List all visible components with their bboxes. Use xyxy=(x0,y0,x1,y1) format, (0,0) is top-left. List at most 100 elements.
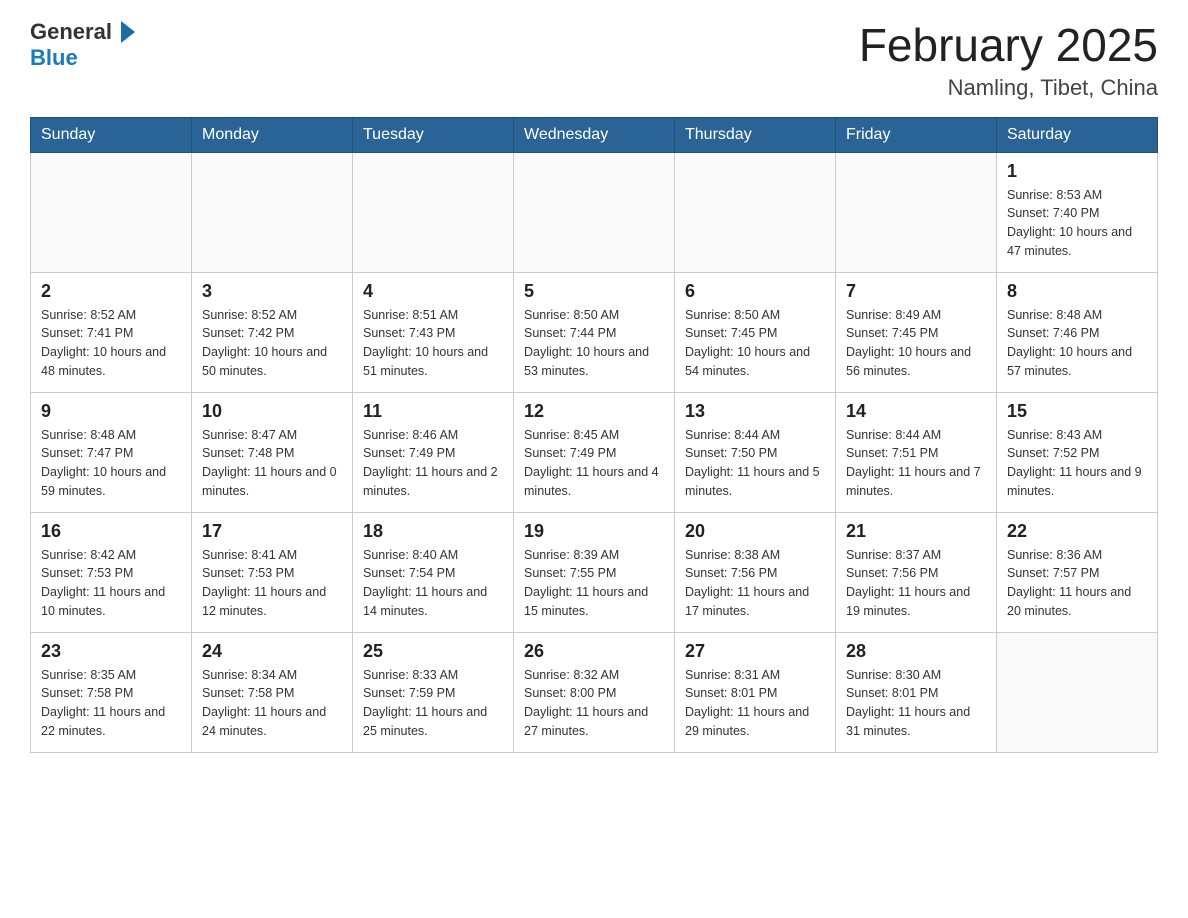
day-info: Sunrise: 8:46 AMSunset: 7:49 PMDaylight:… xyxy=(363,426,503,501)
day-info: Sunrise: 8:44 AMSunset: 7:51 PMDaylight:… xyxy=(846,426,986,501)
table-row: 18 Sunrise: 8:40 AMSunset: 7:54 PMDayligh… xyxy=(353,512,514,632)
table-row: 22 Sunrise: 8:36 AMSunset: 7:57 PMDayligh… xyxy=(997,512,1158,632)
day-number: 2 xyxy=(41,281,181,302)
day-info: Sunrise: 8:40 AMSunset: 7:54 PMDaylight:… xyxy=(363,546,503,621)
table-row xyxy=(836,152,997,272)
table-row xyxy=(31,152,192,272)
day-number: 10 xyxy=(202,401,342,422)
day-info: Sunrise: 8:42 AMSunset: 7:53 PMDaylight:… xyxy=(41,546,181,621)
table-row: 17 Sunrise: 8:41 AMSunset: 7:53 PMDayligh… xyxy=(192,512,353,632)
table-row: 28Sunrise: 8:30 AMSunset: 8:01 PMDayligh… xyxy=(836,632,997,752)
table-row: 6 Sunrise: 8:50 AMSunset: 7:45 PMDaylight… xyxy=(675,272,836,392)
logo-arrow-icon xyxy=(121,21,135,43)
table-row xyxy=(353,152,514,272)
day-info: Sunrise: 8:31 AMSunset: 8:01 PMDaylight:… xyxy=(685,666,825,741)
day-info: Sunrise: 8:30 AMSunset: 8:01 PMDaylight:… xyxy=(846,666,986,741)
table-row: 21 Sunrise: 8:37 AMSunset: 7:56 PMDayligh… xyxy=(836,512,997,632)
day-number: 22 xyxy=(1007,521,1147,542)
day-number: 16 xyxy=(41,521,181,542)
table-row: 7Sunrise: 8:49 AMSunset: 7:45 PMDaylight… xyxy=(836,272,997,392)
logo-text-blue: Blue xyxy=(30,46,135,70)
day-info: Sunrise: 8:34 AMSunset: 7:58 PMDaylight:… xyxy=(202,666,342,741)
table-row: 14 Sunrise: 8:44 AMSunset: 7:51 PMDayligh… xyxy=(836,392,997,512)
col-thursday: Thursday xyxy=(675,117,836,152)
day-number: 27 xyxy=(685,641,825,662)
table-row: 26Sunrise: 8:32 AMSunset: 8:00 PMDayligh… xyxy=(514,632,675,752)
col-tuesday: Tuesday xyxy=(353,117,514,152)
day-number: 12 xyxy=(524,401,664,422)
table-row: 9 Sunrise: 8:48 AMSunset: 7:47 PMDaylight… xyxy=(31,392,192,512)
table-row: 25 Sunrise: 8:33 AMSunset: 7:59 PMDayligh… xyxy=(353,632,514,752)
day-info: Sunrise: 8:32 AMSunset: 8:00 PMDaylight:… xyxy=(524,666,664,741)
table-row xyxy=(514,152,675,272)
table-row: 10 Sunrise: 8:47 AMSunset: 7:48 PMDayligh… xyxy=(192,392,353,512)
day-number: 15 xyxy=(1007,401,1147,422)
table-row: 15 Sunrise: 8:43 AMSunset: 7:52 PMDayligh… xyxy=(997,392,1158,512)
day-number: 24 xyxy=(202,641,342,662)
day-info: Sunrise: 8:52 AMSunset: 7:41 PMDaylight:… xyxy=(41,306,181,381)
day-number: 1 xyxy=(1007,161,1147,182)
day-number: 25 xyxy=(363,641,503,662)
day-info: Sunrise: 8:41 AMSunset: 7:53 PMDaylight:… xyxy=(202,546,342,621)
day-info: Sunrise: 8:47 AMSunset: 7:48 PMDaylight:… xyxy=(202,426,342,501)
table-row: 1 Sunrise: 8:53 AMSunset: 7:40 PMDaylight… xyxy=(997,152,1158,272)
day-number: 20 xyxy=(685,521,825,542)
day-info: Sunrise: 8:39 AMSunset: 7:55 PMDaylight:… xyxy=(524,546,664,621)
day-info: Sunrise: 8:50 AMSunset: 7:45 PMDaylight:… xyxy=(685,306,825,381)
day-info: Sunrise: 8:38 AMSunset: 7:56 PMDaylight:… xyxy=(685,546,825,621)
calendar-week-row: 1 Sunrise: 8:53 AMSunset: 7:40 PMDaylight… xyxy=(31,152,1158,272)
day-number: 18 xyxy=(363,521,503,542)
calendar-week-row: 23 Sunrise: 8:35 AMSunset: 7:58 PMDayligh… xyxy=(31,632,1158,752)
day-info: Sunrise: 8:43 AMSunset: 7:52 PMDaylight:… xyxy=(1007,426,1147,501)
day-number: 8 xyxy=(1007,281,1147,302)
page-header: General Blue February 2025 Namling, Tibe… xyxy=(30,20,1158,101)
table-row: 27 Sunrise: 8:31 AMSunset: 8:01 PMDayligh… xyxy=(675,632,836,752)
day-info: Sunrise: 8:37 AMSunset: 7:56 PMDaylight:… xyxy=(846,546,986,621)
day-number: 7 xyxy=(846,281,986,302)
day-number: 6 xyxy=(685,281,825,302)
calendar-table: Sunday Monday Tuesday Wednesday Thursday… xyxy=(30,117,1158,753)
day-number: 11 xyxy=(363,401,503,422)
day-number: 14 xyxy=(846,401,986,422)
calendar-subtitle: Namling, Tibet, China xyxy=(859,75,1158,101)
day-info: Sunrise: 8:52 AMSunset: 7:42 PMDaylight:… xyxy=(202,306,342,381)
table-row xyxy=(192,152,353,272)
day-number: 9 xyxy=(41,401,181,422)
calendar-title: February 2025 xyxy=(859,20,1158,71)
col-monday: Monday xyxy=(192,117,353,152)
table-row: 20 Sunrise: 8:38 AMSunset: 7:56 PMDayligh… xyxy=(675,512,836,632)
table-row xyxy=(675,152,836,272)
day-info: Sunrise: 8:44 AMSunset: 7:50 PMDaylight:… xyxy=(685,426,825,501)
day-info: Sunrise: 8:35 AMSunset: 7:58 PMDaylight:… xyxy=(41,666,181,741)
table-row: 13Sunrise: 8:44 AMSunset: 7:50 PMDayligh… xyxy=(675,392,836,512)
col-sunday: Sunday xyxy=(31,117,192,152)
table-row xyxy=(997,632,1158,752)
col-saturday: Saturday xyxy=(997,117,1158,152)
day-info: Sunrise: 8:53 AMSunset: 7:40 PMDaylight:… xyxy=(1007,186,1147,261)
table-row: 23 Sunrise: 8:35 AMSunset: 7:58 PMDayligh… xyxy=(31,632,192,752)
day-info: Sunrise: 8:33 AMSunset: 7:59 PMDaylight:… xyxy=(363,666,503,741)
col-friday: Friday xyxy=(836,117,997,152)
title-block: February 2025 Namling, Tibet, China xyxy=(859,20,1158,101)
day-info: Sunrise: 8:51 AMSunset: 7:43 PMDaylight:… xyxy=(363,306,503,381)
day-number: 17 xyxy=(202,521,342,542)
table-row: 11 Sunrise: 8:46 AMSunset: 7:49 PMDayligh… xyxy=(353,392,514,512)
table-row: 4 Sunrise: 8:51 AMSunset: 7:43 PMDaylight… xyxy=(353,272,514,392)
day-info: Sunrise: 8:50 AMSunset: 7:44 PMDaylight:… xyxy=(524,306,664,381)
table-row: 8Sunrise: 8:48 AMSunset: 7:46 PMDaylight… xyxy=(997,272,1158,392)
col-wednesday: Wednesday xyxy=(514,117,675,152)
table-row: 3Sunrise: 8:52 AMSunset: 7:42 PMDaylight… xyxy=(192,272,353,392)
day-info: Sunrise: 8:36 AMSunset: 7:57 PMDaylight:… xyxy=(1007,546,1147,621)
day-number: 21 xyxy=(846,521,986,542)
table-row: 12 Sunrise: 8:45 AMSunset: 7:49 PMDayligh… xyxy=(514,392,675,512)
table-row: 16 Sunrise: 8:42 AMSunset: 7:53 PMDayligh… xyxy=(31,512,192,632)
table-row: 19Sunrise: 8:39 AMSunset: 7:55 PMDayligh… xyxy=(514,512,675,632)
table-row: 5Sunrise: 8:50 AMSunset: 7:44 PMDaylight… xyxy=(514,272,675,392)
day-number: 23 xyxy=(41,641,181,662)
day-number: 4 xyxy=(363,281,503,302)
logo: General Blue xyxy=(30,20,135,70)
calendar-header-row: Sunday Monday Tuesday Wednesday Thursday… xyxy=(31,117,1158,152)
table-row: 24 Sunrise: 8:34 AMSunset: 7:58 PMDayligh… xyxy=(192,632,353,752)
day-info: Sunrise: 8:45 AMSunset: 7:49 PMDaylight:… xyxy=(524,426,664,501)
day-info: Sunrise: 8:48 AMSunset: 7:47 PMDaylight:… xyxy=(41,426,181,501)
